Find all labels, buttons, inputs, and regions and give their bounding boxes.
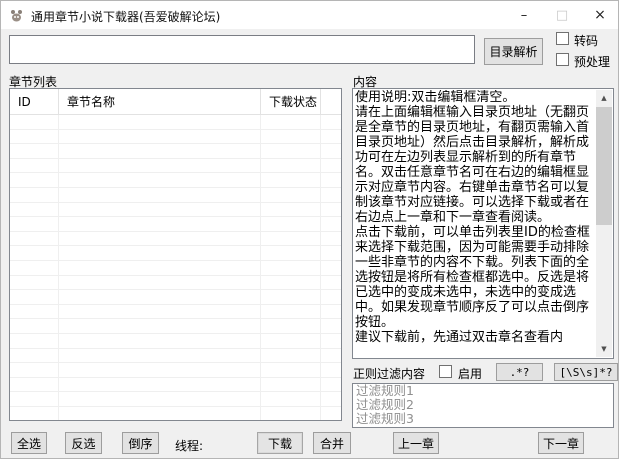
preprocess-checkbox-label: 预处理	[574, 55, 611, 69]
table-row[interactable]	[10, 260, 341, 276]
table-row[interactable]	[10, 290, 341, 305]
reverse-order-button[interactable]: 倒序	[122, 432, 159, 454]
regex-enable-checkbox[interactable]	[439, 365, 452, 378]
maximize-icon: □	[555, 7, 569, 23]
filter-rules-listbox[interactable]: 过滤规则1 过滤规则2 过滤规则3	[352, 383, 614, 428]
parse-directory-button[interactable]: 目录解析	[484, 38, 543, 65]
transcode-checkbox-label: 转码	[574, 34, 599, 48]
merge-button[interactable]: 合并	[313, 432, 351, 454]
scroll-down-icon[interactable]: ▼	[596, 341, 612, 357]
invert-selection-button[interactable]: 反选	[65, 432, 102, 454]
filter-rule-item[interactable]: 过滤规则1	[353, 384, 613, 398]
column-header-id[interactable]: ID	[10, 89, 59, 114]
table-row[interactable]	[10, 173, 341, 188]
directory-url-input[interactable]	[9, 35, 475, 64]
content-box: 使用说明:双击编辑框清空。 请在上面编辑框输入目录页地址（无翻页是全章节的目录页…	[352, 88, 614, 359]
table-row[interactable]	[10, 377, 341, 393]
table-row[interactable]	[10, 217, 341, 232]
regex-preset-anychar-button[interactable]: [\S\s]*?	[554, 363, 618, 381]
table-row[interactable]	[10, 319, 341, 334]
threads-label: 线程:	[175, 439, 204, 453]
scrollbar-thumb[interactable]	[596, 107, 612, 225]
filter-rule-item[interactable]: 过滤规则3	[353, 412, 613, 426]
table-row[interactable]	[10, 231, 341, 247]
table-row[interactable]	[10, 348, 341, 364]
table-row[interactable]	[10, 187, 341, 203]
titlebar: 通用章节小说下载器(吾爱破解论坛) – □ ×	[1, 1, 618, 29]
column-header-name[interactable]: 章节名称	[59, 89, 261, 114]
table-row[interactable]	[10, 202, 341, 218]
table-row[interactable]	[10, 158, 341, 174]
prev-chapter-button[interactable]: 上一章	[393, 432, 439, 454]
content-scrollbar[interactable]: ▲ ▼	[596, 90, 612, 357]
table-row[interactable]	[10, 275, 341, 291]
filter-rule-item[interactable]: 过滤规则2	[353, 398, 613, 412]
preprocess-checkbox[interactable]	[556, 53, 569, 66]
close-icon[interactable]: ×	[584, 1, 616, 29]
table-row[interactable]	[10, 129, 341, 145]
window-title: 通用章节小说下载器(吾爱破解论坛)	[31, 10, 221, 24]
column-header-extra	[321, 89, 341, 114]
table-row[interactable]	[10, 144, 341, 159]
table-row[interactable]	[10, 304, 341, 320]
regex-preset-lazy-button[interactable]: .*?	[496, 363, 543, 381]
minimize-icon[interactable]: –	[508, 1, 540, 29]
scroll-up-icon[interactable]: ▲	[596, 90, 612, 106]
table-row[interactable]	[10, 115, 341, 130]
download-button[interactable]: 下载	[257, 432, 303, 454]
regex-filter-label: 正则过滤内容	[353, 367, 426, 381]
select-all-button[interactable]: 全选	[11, 432, 47, 454]
app-icon	[9, 8, 24, 23]
column-header-status[interactable]: 下载状态	[261, 89, 321, 114]
table-row[interactable]	[10, 406, 341, 420]
app-window: 通用章节小说下载器(吾爱破解论坛) – □ × 目录解析 转码 预处理 章节列表…	[0, 0, 619, 459]
content-textarea[interactable]: 使用说明:双击编辑框清空。 请在上面编辑框输入目录页地址（无翻页是全章节的目录页…	[355, 90, 595, 357]
table-row[interactable]	[10, 246, 341, 261]
table-row[interactable]	[10, 333, 341, 349]
next-chapter-button[interactable]: 下一章	[538, 432, 584, 454]
regex-enable-checkbox-label: 启用	[458, 367, 483, 381]
chapter-table-header[interactable]: ID 章节名称 下载状态	[10, 89, 341, 115]
table-row[interactable]	[10, 392, 341, 407]
chapter-table[interactable]: ID 章节名称 下载状态	[9, 88, 342, 421]
table-row[interactable]	[10, 363, 341, 378]
transcode-checkbox[interactable]	[556, 32, 569, 45]
chapter-table-body[interactable]	[10, 115, 341, 420]
